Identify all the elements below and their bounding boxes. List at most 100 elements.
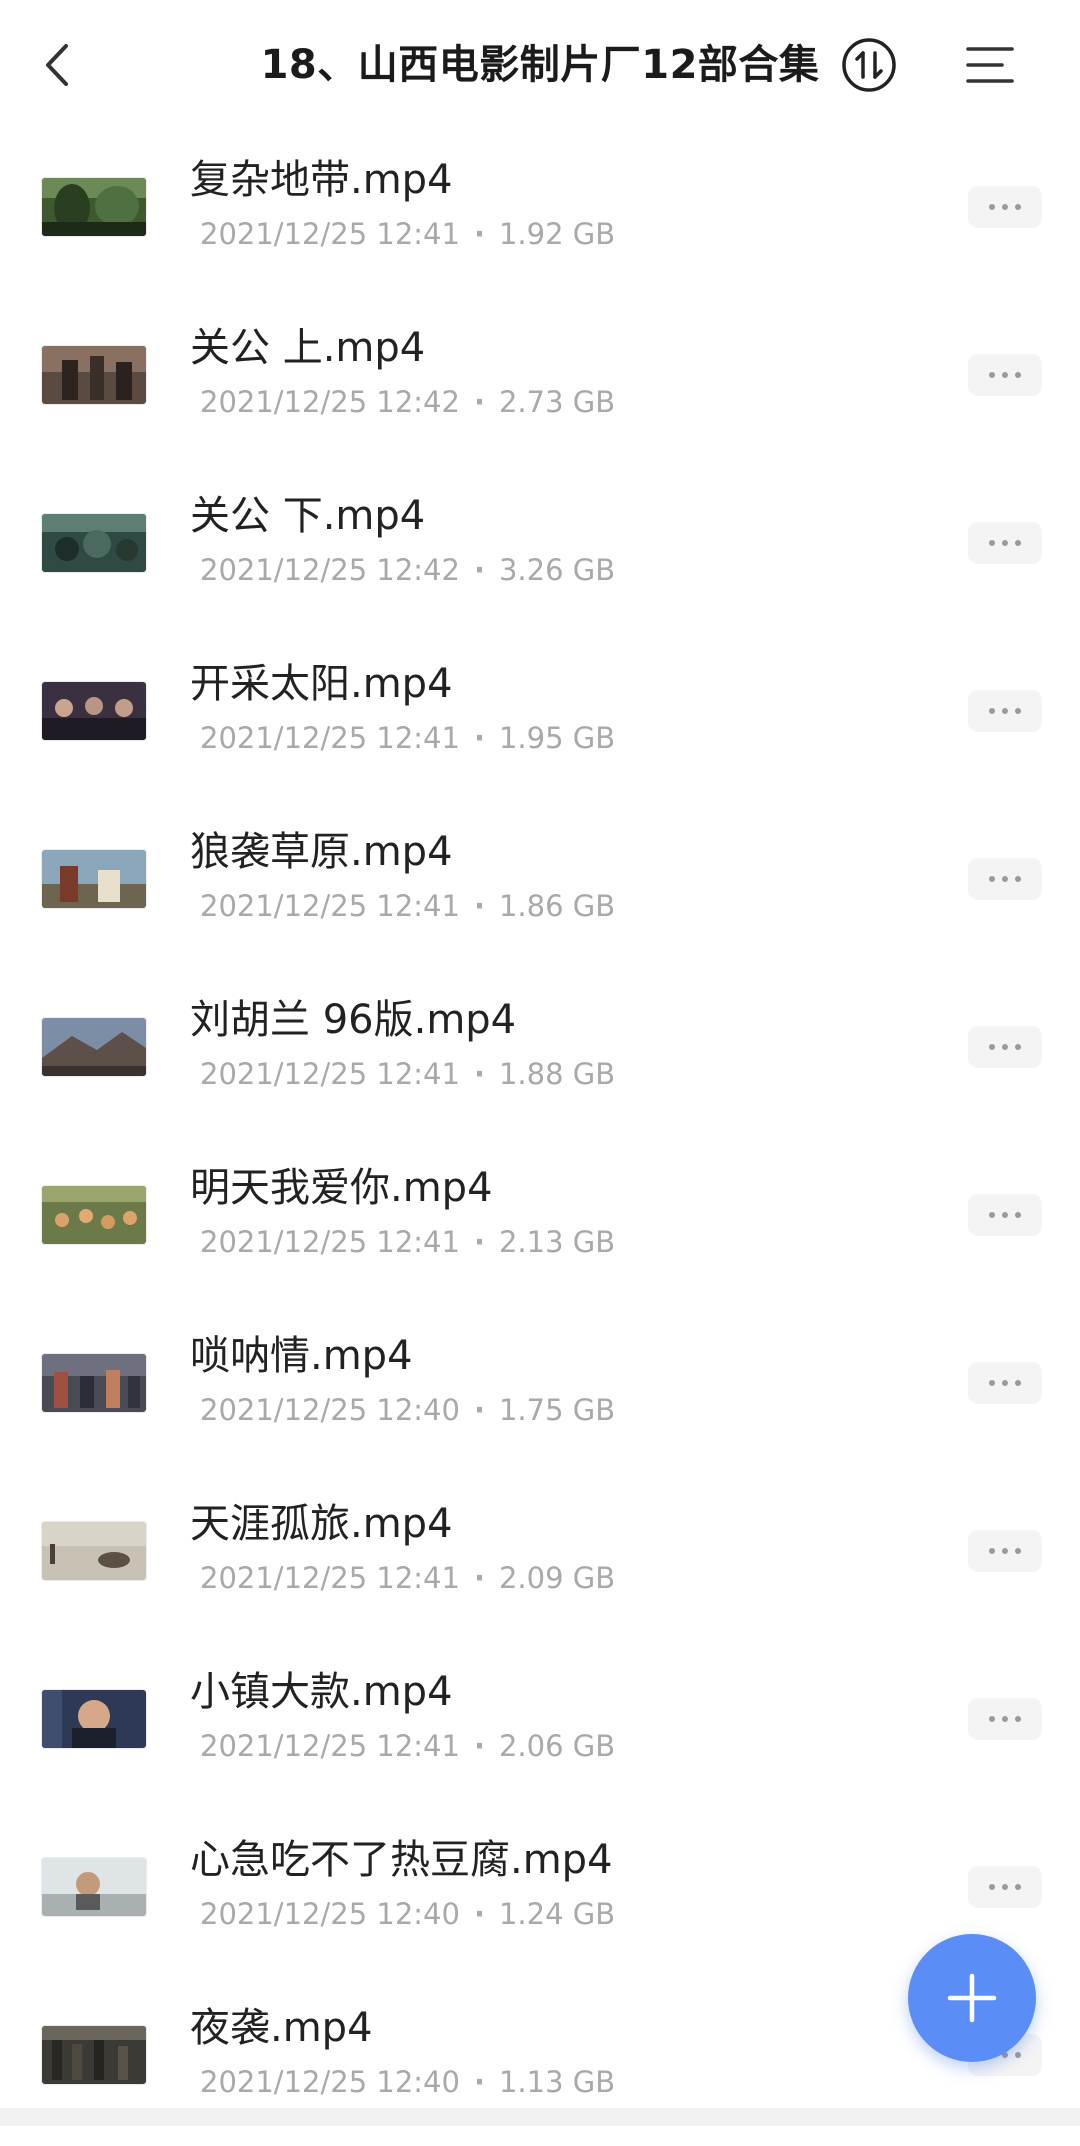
back-button[interactable] [28,30,88,100]
file-date: 2021/12/25 12:40 [200,2065,460,2099]
more-dots-icon [989,876,1021,882]
video-thumbnail [42,682,146,740]
sort-button[interactable] [840,36,898,94]
file-name: 刘胡兰 96版.mp4 [190,997,517,1043]
file-row[interactable]: 复杂地带.mp4 2021/12/25 12:41 · 1.92 GB [0,130,1080,298]
more-options-button[interactable] [968,186,1042,228]
file-date: 2021/12/25 12:41 [200,217,460,251]
more-dots-icon [989,1212,1021,1218]
file-date: 2021/12/25 12:41 [200,1057,460,1091]
file-date: 2021/12/25 12:41 [200,889,460,923]
meta-separator: · [473,889,485,923]
sort-icon [842,38,896,92]
plus-icon [947,1973,997,2023]
file-name: 复杂地带.mp4 [190,157,453,203]
video-thumbnail [42,178,146,236]
file-meta: 2021/12/25 12:40 · 1.13 GB [200,2062,615,2102]
more-options-button[interactable] [968,1866,1042,1908]
meta-separator: · [473,1729,485,1763]
more-options-button[interactable] [968,690,1042,732]
file-meta: 2021/12/25 12:41 · 1.95 GB [200,718,615,758]
file-row[interactable]: 关公 上.mp4 2021/12/25 12:42 · 2.73 GB [0,298,1080,466]
file-size: 2.73 GB [498,385,616,419]
video-thumbnail [42,850,146,908]
video-thumbnail [42,514,146,572]
file-row[interactable]: 狼袭草原.mp4 2021/12/25 12:41 · 1.86 GB [0,802,1080,970]
file-name: 天涯孤旅.mp4 [190,1501,453,1547]
file-row[interactable]: 唢呐情.mp4 2021/12/25 12:40 · 1.75 GB [0,1306,1080,1474]
more-options-button[interactable] [968,1362,1042,1404]
more-options-button[interactable] [968,1026,1042,1068]
top-bar: 18、山西电影制片厂12部合集 [0,0,1080,130]
video-thumbnail [42,1018,146,1076]
more-dots-icon [989,1884,1021,1890]
bottom-edge [0,2108,1080,2126]
file-date: 2021/12/25 12:41 [200,721,460,755]
meta-separator: · [473,553,485,587]
more-options-button[interactable] [968,354,1042,396]
video-thumbnail [42,2026,146,2084]
more-dots-icon [989,1716,1021,1722]
file-size: 1.13 GB [498,2065,616,2099]
file-date: 2021/12/25 12:41 [200,1561,460,1595]
meta-separator: · [473,1057,485,1091]
file-row[interactable]: 明天我爱你.mp4 2021/12/25 12:41 · 2.13 GB [0,1138,1080,1306]
file-name: 关公 上.mp4 [190,325,426,371]
file-meta: 2021/12/25 12:41 · 2.06 GB [200,1726,615,1766]
file-meta: 2021/12/25 12:41 · 1.88 GB [200,1054,615,1094]
file-date: 2021/12/25 12:41 [200,1225,460,1259]
file-name: 唢呐情.mp4 [190,1333,413,1379]
meta-separator: · [473,1393,485,1427]
file-date: 2021/12/25 12:42 [200,385,460,419]
more-dots-icon [989,1548,1021,1554]
video-thumbnail [42,1354,146,1412]
menu-button[interactable] [955,36,1025,94]
file-size: 1.95 GB [498,721,616,755]
more-dots-icon [989,540,1021,546]
file-size: 2.06 GB [498,1729,616,1763]
file-date: 2021/12/25 12:41 [200,1729,460,1763]
add-button[interactable] [908,1934,1036,2062]
page-title: 18、山西电影制片厂12部合集 [260,42,820,88]
more-options-button[interactable] [968,1530,1042,1572]
meta-separator: · [473,1897,485,1931]
meta-separator: · [473,385,485,419]
file-size: 1.86 GB [498,889,616,923]
file-date: 2021/12/25 12:42 [200,553,460,587]
more-options-button[interactable] [968,1194,1042,1236]
more-dots-icon [989,1380,1021,1386]
more-dots-icon [989,708,1021,714]
meta-separator: · [473,2065,485,2099]
video-thumbnail [42,1690,146,1748]
more-dots-icon [989,1044,1021,1050]
file-row[interactable]: 开采太阳.mp4 2021/12/25 12:41 · 1.95 GB [0,634,1080,802]
file-size: 1.88 GB [498,1057,616,1091]
file-size: 1.92 GB [498,217,616,251]
file-name: 开采太阳.mp4 [190,661,453,707]
file-size: 2.09 GB [498,1561,616,1595]
file-meta: 2021/12/25 12:41 · 2.13 GB [200,1222,615,1262]
file-size: 1.24 GB [498,1897,616,1931]
chevron-left-icon [46,44,68,86]
file-row[interactable]: 关公 下.mp4 2021/12/25 12:42 · 3.26 GB [0,466,1080,634]
meta-separator: · [473,721,485,755]
file-date: 2021/12/25 12:40 [200,1897,460,1931]
file-row[interactable]: 小镇大款.mp4 2021/12/25 12:41 · 2.06 GB [0,1642,1080,1810]
file-name: 心急吃不了热豆腐.mp4 [190,1837,613,1883]
more-dots-icon [989,204,1021,210]
more-options-button[interactable] [968,522,1042,564]
video-thumbnail [42,346,146,404]
meta-separator: · [473,1561,485,1595]
file-meta: 2021/12/25 12:41 · 2.09 GB [200,1558,615,1598]
file-row[interactable]: 刘胡兰 96版.mp4 2021/12/25 12:41 · 1.88 GB [0,970,1080,1138]
file-meta: 2021/12/25 12:41 · 1.86 GB [200,886,615,926]
more-options-button[interactable] [968,1698,1042,1740]
file-meta: 2021/12/25 12:42 · 3.26 GB [200,550,615,590]
file-row[interactable]: 心急吃不了热豆腐.mp4 2021/12/25 12:40 · 1.24 GB [0,1810,1080,1978]
file-row[interactable]: 天涯孤旅.mp4 2021/12/25 12:41 · 2.09 GB [0,1474,1080,1642]
video-thumbnail [42,1522,146,1580]
file-name: 小镇大款.mp4 [190,1669,453,1715]
more-dots-icon [989,372,1021,378]
file-date: 2021/12/25 12:40 [200,1393,460,1427]
more-options-button[interactable] [968,858,1042,900]
